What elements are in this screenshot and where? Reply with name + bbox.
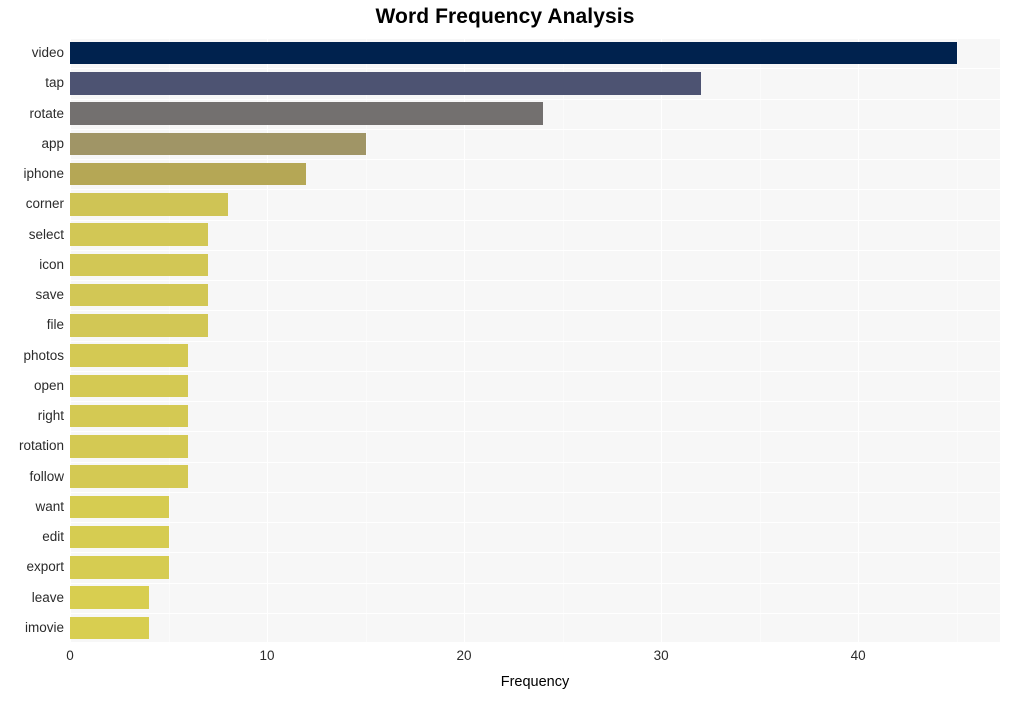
- y-tick-label-rotate: rotate: [29, 105, 64, 121]
- y-gridline: [70, 38, 1000, 39]
- y-gridline: [70, 68, 1000, 69]
- bar-row: [70, 556, 1000, 579]
- y-axis: video tap rotate app iphone corner select icon s…: [0, 38, 64, 643]
- y-tick-label-open: open: [33, 377, 64, 393]
- bar-row: [70, 283, 1000, 307]
- bar-icon[interactable]: [70, 253, 208, 277]
- bar-open[interactable]: [70, 374, 189, 398]
- bar-follow[interactable]: [70, 465, 189, 488]
- bar-row: [70, 435, 1000, 458]
- bar-row: [70, 525, 1000, 549]
- bar-edit[interactable]: [70, 525, 169, 549]
- y-gridline: [70, 129, 1000, 130]
- bar-iphone[interactable]: [70, 162, 307, 186]
- y-gridline: [70, 341, 1000, 342]
- y-gridline: [70, 310, 1000, 311]
- bar-file[interactable]: [70, 314, 208, 337]
- bar-corner[interactable]: [70, 193, 228, 216]
- y-gridline: [70, 613, 1000, 614]
- y-gridline: [70, 522, 1000, 523]
- y-gridline: [70, 371, 1000, 372]
- y-tick-label-select: select: [28, 226, 64, 242]
- y-tick-label-video: video: [31, 45, 64, 61]
- y-tick-label-imovie: imovie: [24, 619, 64, 635]
- chart-figure: Word Frequency Analysis video tap rotate ap…: [0, 0, 1010, 701]
- y-tick-label-export: export: [26, 559, 64, 575]
- y-tick-label-leave: leave: [31, 589, 64, 605]
- bar-row: [70, 223, 1000, 246]
- bar-row: [70, 404, 1000, 428]
- bar-row: [70, 132, 1000, 156]
- bar-rotation[interactable]: [70, 435, 189, 458]
- bar-export[interactable]: [70, 556, 169, 579]
- bar-row: [70, 253, 1000, 277]
- bar-row: [70, 374, 1000, 398]
- bar-photos[interactable]: [70, 344, 189, 367]
- y-gridline: [70, 401, 1000, 402]
- x-tick-label-20: 20: [456, 648, 472, 663]
- y-tick-label-app: app: [41, 135, 64, 151]
- y-tick-label-tap: tap: [45, 75, 64, 91]
- bar-row: [70, 495, 1000, 519]
- x-tick-label-40: 40: [850, 648, 866, 663]
- y-tick-label-want: want: [35, 498, 64, 514]
- y-gridline: [70, 583, 1000, 584]
- bar-row: [70, 162, 1000, 186]
- y-gridline: [70, 431, 1000, 432]
- y-gridline: [70, 492, 1000, 493]
- x-tick-label-30: 30: [653, 648, 669, 663]
- y-tick-label-follow: follow: [29, 468, 64, 484]
- y-tick-label-rotation: rotation: [18, 438, 64, 454]
- bar-row: [70, 465, 1000, 488]
- y-gridline: [70, 462, 1000, 463]
- y-gridline: [70, 99, 1000, 100]
- y-tick-label-edit: edit: [42, 529, 64, 545]
- bar-want[interactable]: [70, 495, 169, 519]
- x-tick-label-0: 0: [66, 648, 74, 663]
- bar-row: [70, 193, 1000, 216]
- bar-row: [70, 586, 1000, 609]
- bar-row: [70, 314, 1000, 337]
- bar-row: [70, 41, 1000, 65]
- bar-tap[interactable]: [70, 72, 701, 95]
- y-gridline: [70, 159, 1000, 160]
- bar-video[interactable]: [70, 41, 957, 65]
- bar-row: [70, 344, 1000, 367]
- y-gridline: [70, 280, 1000, 281]
- y-tick-label-file: file: [46, 317, 64, 333]
- bar-select[interactable]: [70, 223, 208, 246]
- y-tick-label-save: save: [35, 287, 64, 303]
- bar-leave[interactable]: [70, 586, 149, 609]
- y-gridline: [70, 220, 1000, 221]
- bar-row: [70, 102, 1000, 125]
- chart-title: Word Frequency Analysis: [375, 5, 635, 28]
- bar-row: [70, 616, 1000, 640]
- bar-rotate[interactable]: [70, 102, 543, 125]
- y-tick-label-icon: icon: [39, 256, 64, 272]
- y-tick-label-corner: corner: [25, 196, 64, 212]
- y-tick-label-photos: photos: [23, 347, 64, 363]
- x-axis: 0 10 20 30 40: [66, 645, 1000, 669]
- y-gridline: [70, 250, 1000, 251]
- bar-right[interactable]: [70, 404, 189, 428]
- y-tick-label-right: right: [37, 408, 64, 424]
- y-gridline: [70, 189, 1000, 190]
- y-gridline: [70, 552, 1000, 553]
- x-tick-label-10: 10: [259, 648, 275, 663]
- y-tick-label-iphone: iphone: [23, 166, 64, 182]
- plot-area: [70, 38, 1000, 643]
- y-gridline: [70, 642, 1000, 643]
- bar-save[interactable]: [70, 283, 208, 307]
- x-axis-title: Frequency: [500, 674, 570, 690]
- bar-imovie[interactable]: [70, 616, 149, 640]
- bar-row: [70, 72, 1000, 95]
- bar-app[interactable]: [70, 132, 366, 156]
